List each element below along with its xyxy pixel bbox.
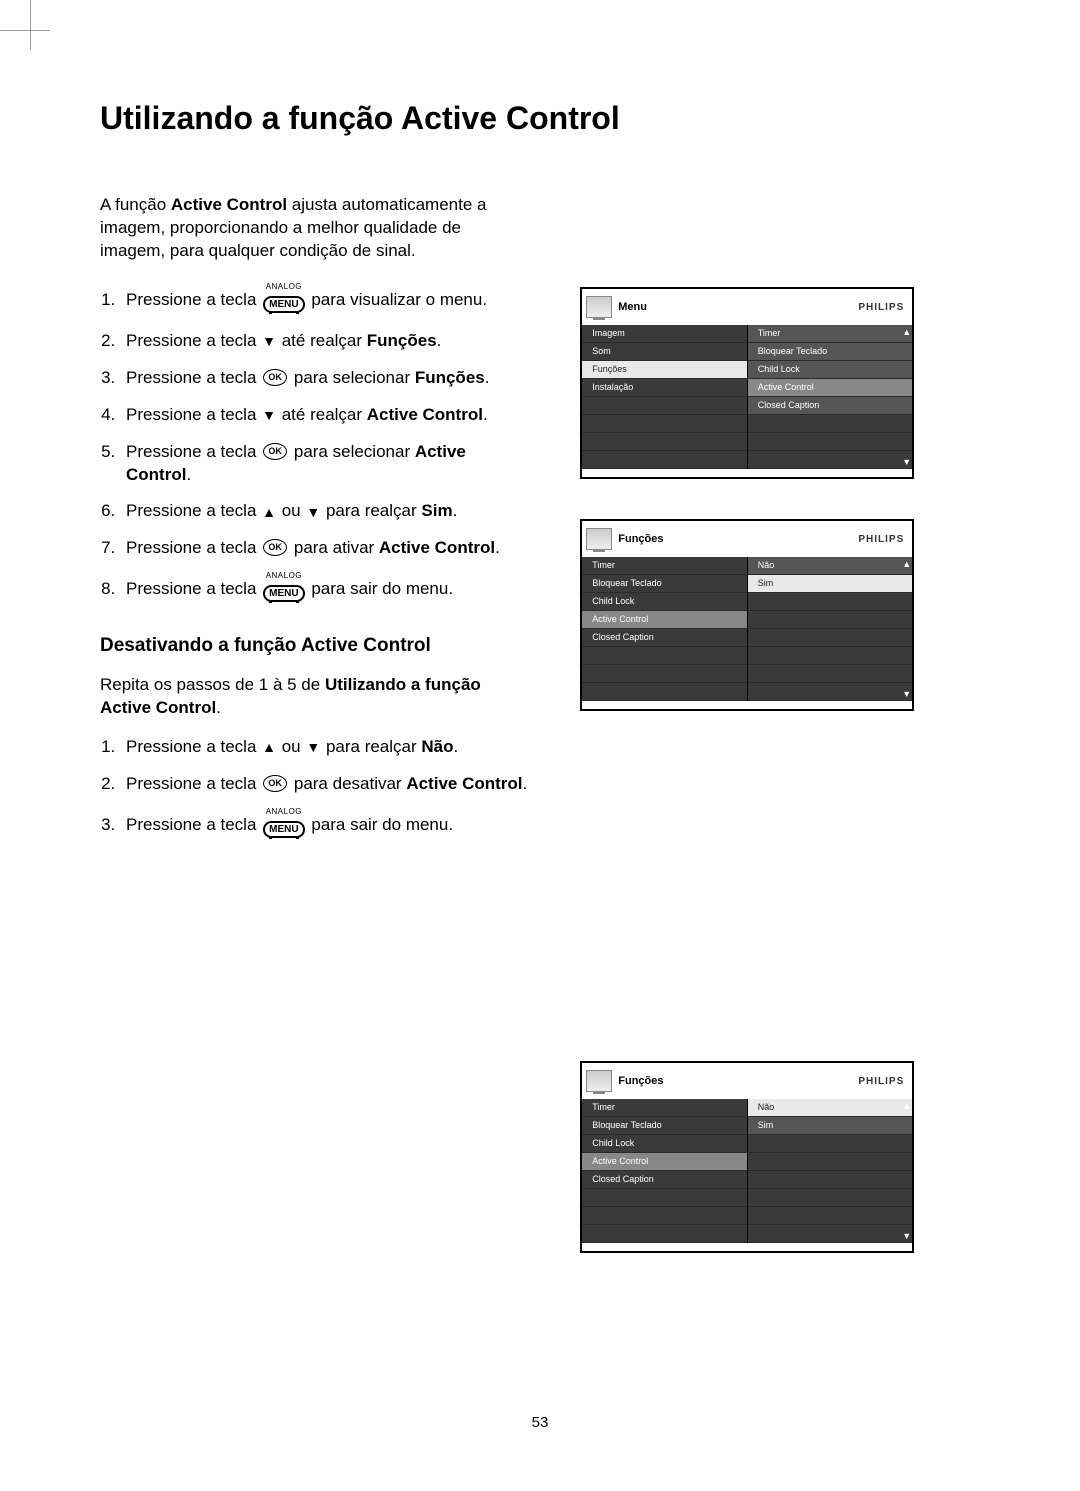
menu-item: [748, 629, 913, 647]
page-title: Utilizando a função Active Control: [100, 100, 990, 137]
menu-item: [582, 647, 747, 665]
menu-item: Active Control: [582, 1153, 747, 1171]
menu-item: Child Lock: [748, 361, 913, 379]
menu-item: [748, 1135, 913, 1153]
tv-icon: [586, 528, 612, 550]
menu-item: Sim: [748, 1117, 913, 1135]
menu-item: Timer: [582, 1099, 747, 1117]
menu-item: Active Control: [582, 611, 747, 629]
scroll-down-icon: ▼: [902, 457, 910, 467]
menu-item: [748, 1189, 913, 1207]
step-item: Pressione a tecla ▲ ou ▼ para realçar Nã…: [120, 736, 530, 759]
tv-icon: [586, 296, 612, 318]
menu-item: Sim: [748, 575, 913, 593]
menu-item: [748, 683, 913, 701]
panel-title: Menu: [618, 301, 858, 313]
subheading: Desativando a função Active Control: [100, 635, 530, 658]
arrow-down-icon: ▼: [306, 738, 320, 757]
brand-label: PHILIPS: [858, 534, 904, 545]
menu-item: Closed Caption: [748, 397, 913, 415]
ok-button-icon: OK: [263, 775, 287, 792]
repeat-text: Repita os passos de 1 à 5 de Utilizando …: [100, 674, 530, 720]
brand-label: PHILIPS: [858, 1076, 904, 1087]
scroll-up-icon: ▲: [902, 559, 910, 569]
menu-item: [748, 647, 913, 665]
arrow-down-icon: ▼: [306, 503, 320, 522]
menu-item: [582, 415, 747, 433]
menu-item: Não: [748, 557, 913, 575]
step-item: Pressione a tecla ANALOGMENU para visual…: [120, 285, 530, 316]
menu-item: Closed Caption: [582, 1171, 747, 1189]
step-item: Pressione a tecla OK para selecionar Fun…: [120, 367, 530, 390]
tv-menu-panel: FunçõesPHILIPS TimerBloquear TecladoChild…: [580, 519, 914, 711]
steps-list-deactivate: Pressione a tecla ▲ ou ▼ para realçar Nã…: [100, 736, 530, 841]
menu-item: [748, 451, 913, 469]
menu-item: [748, 415, 913, 433]
scroll-up-icon: ▲: [902, 1101, 910, 1111]
menu-item: Bloquear Teclado: [748, 343, 913, 361]
menu-item: [748, 593, 913, 611]
tv-menu-panel: FunçõesPHILIPS TimerBloquear TecladoChild…: [580, 1061, 914, 1253]
menu-item: [582, 1207, 747, 1225]
scroll-down-icon: ▼: [902, 1231, 910, 1241]
ok-button-icon: OK: [263, 443, 287, 460]
menu-item: [748, 1153, 913, 1171]
menu-item: Bloquear Teclado: [582, 1117, 747, 1135]
step-item: Pressione a tecla ▼ até realçar Funções.: [120, 330, 530, 353]
menu-item: [582, 683, 747, 701]
arrow-up-icon: ▲: [262, 503, 276, 522]
menu-item: [582, 1225, 747, 1243]
menu-item: Child Lock: [582, 593, 747, 611]
menu-item: Instalação: [582, 379, 747, 397]
step-item: Pressione a tecla ANALOGMENU para sair d…: [120, 810, 530, 841]
menu-item: [748, 665, 913, 683]
menu-item: Imagem: [582, 325, 747, 343]
intro-text: A função Active Control ajusta automatic…: [100, 194, 530, 263]
menu-item: [748, 1225, 913, 1243]
ok-button-icon: OK: [263, 539, 287, 556]
menu-item: [582, 665, 747, 683]
step-item: Pressione a tecla ANALOGMENU para sair d…: [120, 574, 530, 605]
menu-button-icon: ANALOGMENU: [263, 808, 304, 839]
menu-item: Funções: [582, 361, 747, 379]
menu-item: [748, 433, 913, 451]
steps-list: Pressione a tecla ANALOGMENU para visual…: [100, 285, 530, 605]
menu-item: Som: [582, 343, 747, 361]
menu-item: Closed Caption: [582, 629, 747, 647]
step-item: Pressione a tecla ▲ ou ▼ para realçar Si…: [120, 500, 530, 523]
menu-item: [748, 1171, 913, 1189]
arrow-down-icon: ▼: [262, 332, 276, 351]
arrow-up-icon: ▲: [262, 738, 276, 757]
tv-menu-panel: MenuPHILIPS ImagemSomFunçõesInstalação Tim…: [580, 287, 914, 479]
scroll-down-icon: ▼: [902, 689, 910, 699]
menu-item: Active Control: [748, 379, 913, 397]
menu-item: Child Lock: [582, 1135, 747, 1153]
ok-button-icon: OK: [263, 369, 287, 386]
arrow-down-icon: ▼: [262, 406, 276, 425]
menu-item: [748, 611, 913, 629]
scroll-up-icon: ▲: [902, 327, 910, 337]
menu-item: [582, 397, 747, 415]
menu-item: Não: [748, 1099, 913, 1117]
page-number: 53: [0, 1414, 1080, 1431]
step-item: Pressione a tecla OK para selecionar Act…: [120, 441, 530, 487]
panel-title: Funções: [618, 1075, 858, 1087]
menu-item: Timer: [582, 557, 747, 575]
menu-item: [748, 1207, 913, 1225]
step-item: Pressione a tecla OK para ativar Active …: [120, 537, 530, 560]
menu-item: [582, 1189, 747, 1207]
menu-button-icon: ANALOGMENU: [263, 572, 304, 603]
menu-item: [582, 451, 747, 469]
tv-icon: [586, 1070, 612, 1092]
menu-item: [582, 433, 747, 451]
step-item: Pressione a tecla OK para desativar Acti…: [120, 773, 530, 796]
menu-button-icon: ANALOGMENU: [263, 283, 304, 314]
menu-item: Bloquear Teclado: [582, 575, 747, 593]
panel-title: Funções: [618, 533, 858, 545]
step-item: Pressione a tecla ▼ até realçar Active C…: [120, 404, 530, 427]
menu-item: Timer: [748, 325, 913, 343]
brand-label: PHILIPS: [858, 302, 904, 313]
